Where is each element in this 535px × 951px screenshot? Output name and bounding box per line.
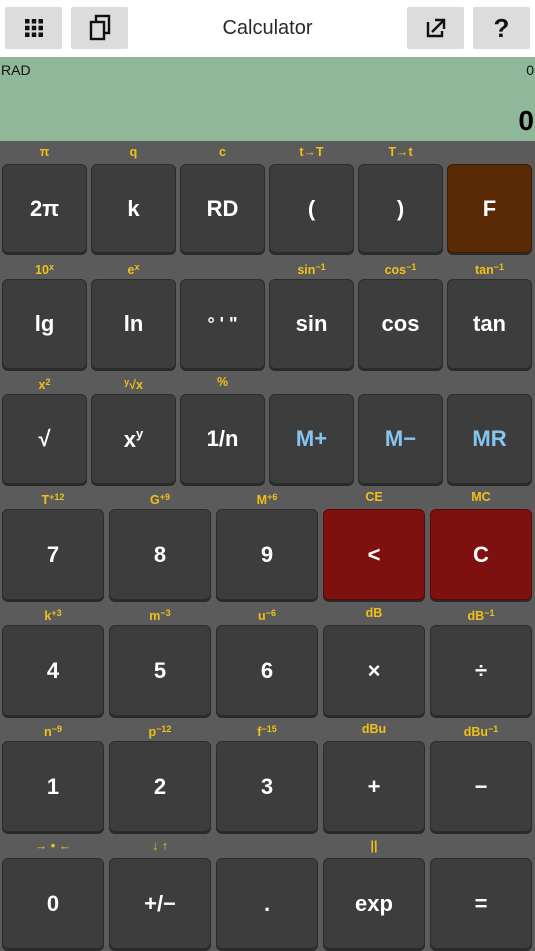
key-plus[interactable]: + [323,741,425,832]
sec-T-to-t: T→t [388,145,413,159]
sec-c: c [219,145,226,159]
display: RAD 0 0 [0,57,535,141]
app-title: Calculator [222,17,313,39]
sec-db-inverse: dB−1 [467,608,495,623]
sec-dbu: dBu [361,722,387,736]
share-button[interactable] [407,7,464,49]
angle-mode: RAD [1,62,31,78]
key-divide[interactable]: ÷ [430,625,532,716]
key-decimal[interactable]: . [216,858,318,949]
sec-micro: u−6 [258,608,276,623]
sec-pi: π [39,145,50,159]
key-sign[interactable]: +/− [109,858,211,949]
copy-icon [89,14,110,41]
result-value: 0 [518,105,534,136]
sec-tera: T+12 [41,492,65,507]
keypad-grid-icon [24,19,43,37]
sec-giga: G+9 [150,492,170,507]
sec-q: q [129,145,138,159]
key-rd[interactable]: RD [180,164,265,253]
key-9[interactable]: 9 [216,509,318,600]
toolbar: Calculator ? [0,0,535,57]
key-backspace[interactable]: < [323,509,425,600]
key-lg[interactable]: lg [2,279,87,369]
sec-femto: f−15 [257,724,277,739]
sec-mega: M+6 [256,492,278,507]
key-x-pow-y[interactable]: xy [91,394,176,484]
key-tan[interactable]: tan [447,279,532,369]
sec-dbu-inverse: dBu−1 [463,724,499,739]
sec-ce: CE [365,490,383,504]
sec-percent: % [216,375,229,389]
key-ln[interactable]: ln [91,279,176,369]
key-1[interactable]: 1 [2,741,104,832]
key-sqrt[interactable]: √ [2,394,87,484]
sec-t-to-T: t→T [299,145,324,159]
key-m-plus[interactable]: M+ [269,394,354,484]
key-close-paren[interactable]: ) [358,164,443,253]
sec-mc: MC [471,490,491,504]
key-3[interactable]: 3 [216,741,318,832]
sec-swap: ↓ ↑ [152,839,168,853]
key-m-minus[interactable]: M− [358,394,443,484]
key-8[interactable]: 8 [109,509,211,600]
sec-nano: n−9 [44,724,62,739]
key-7[interactable]: 7 [2,509,104,600]
sec-acos: cos−1 [384,262,417,277]
key-5[interactable]: 5 [109,625,211,716]
key-k[interactable]: k [91,164,176,253]
sec-kilo: k+3 [44,608,62,623]
sec-x-squared: x2 [38,377,51,392]
key-2pi[interactable]: 2π [2,164,87,253]
key-f[interactable]: F [447,164,532,253]
help-button[interactable]: ? [473,7,530,49]
key-2[interactable]: 2 [109,741,211,832]
key-clear[interactable]: C [430,509,532,600]
key-mr[interactable]: MR [447,394,532,484]
key-cos[interactable]: cos [358,279,443,369]
key-minus[interactable]: − [430,741,532,832]
key-0[interactable]: 0 [2,858,104,949]
copy-button[interactable] [71,7,128,49]
help-label: ? [493,12,510,43]
key-reciprocal[interactable]: 1/n [180,394,265,484]
key-6[interactable]: 6 [216,625,318,716]
sec-milli: m−3 [149,608,171,623]
sec-asin: sin−1 [297,262,326,277]
sec-db: dB [365,606,383,620]
memory-value: 0 [526,62,534,78]
sec-atan: tan−1 [474,262,504,277]
key-exp[interactable]: exp [323,858,425,949]
keypad-button[interactable] [5,7,62,49]
sec-ex: ex [127,262,140,277]
sec-shift-format: → • ← [34,839,72,853]
sec-parallel: || [370,839,378,853]
sec-y-root-x: y√x [124,377,143,392]
sec-10x: 10x [35,262,54,277]
key-deg-min-sec[interactable]: ° ' " [180,279,265,369]
key-sin[interactable]: sin [269,279,354,369]
sec-pico: p−12 [148,724,172,739]
key-open-paren[interactable]: ( [269,164,354,253]
share-icon [426,18,445,38]
key-4[interactable]: 4 [2,625,104,716]
key-multiply[interactable]: × [323,625,425,716]
key-equals[interactable]: = [430,858,532,949]
